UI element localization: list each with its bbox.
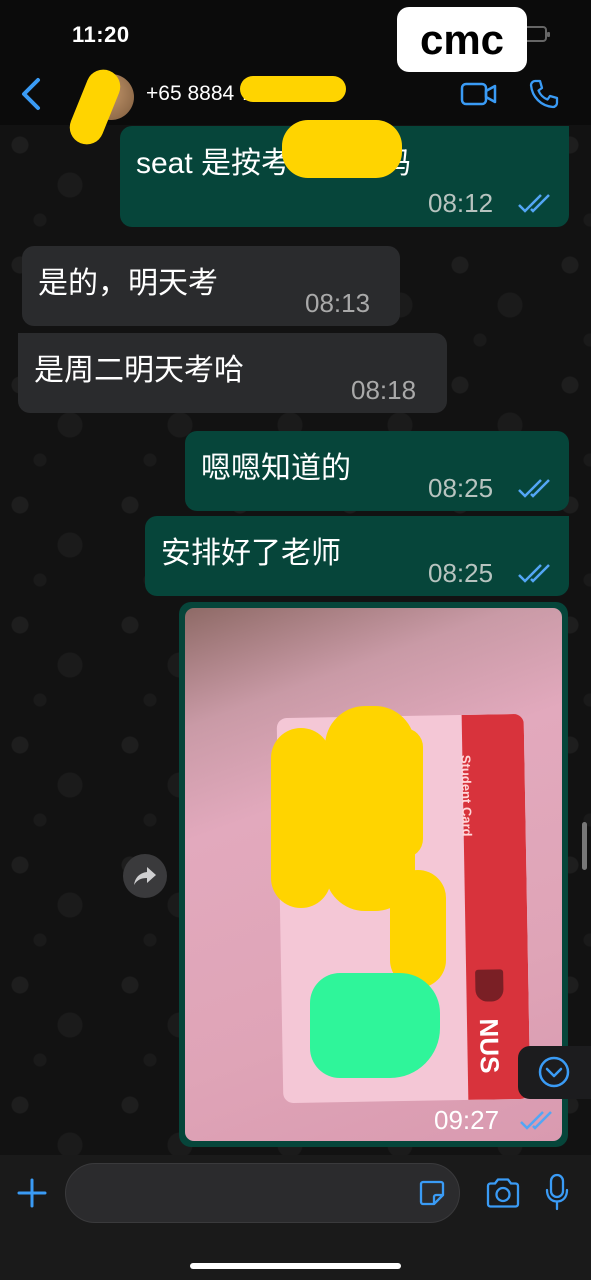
redaction-mark — [271, 728, 331, 908]
scroll-down-icon — [538, 1056, 570, 1088]
status-time: 11:20 — [72, 22, 130, 47]
message-time: 09:27 — [434, 1105, 500, 1135]
message-bubble-outgoing[interactable]: 嗯嗯知道的 08:25 — [185, 431, 569, 511]
message-text: 是的，明天考 — [38, 267, 218, 300]
card-label: Student Card — [458, 754, 475, 837]
forward-button[interactable] — [123, 854, 167, 898]
read-ticks-icon — [518, 564, 550, 583]
message-bubble-outgoing[interactable]: 安排好了老师 08:25 — [145, 516, 569, 596]
home-indicator[interactable] — [190, 1263, 401, 1269]
message-time: 08:25 — [428, 558, 494, 588]
message-time: 08:18 — [351, 375, 417, 405]
redaction-mark — [390, 870, 446, 988]
read-ticks-icon — [518, 479, 550, 498]
back-chevron-icon[interactable] — [14, 74, 48, 114]
crest-icon — [475, 969, 504, 1002]
message-time: 08:12 — [428, 188, 494, 218]
message-text: 嗯嗯知道的 — [201, 452, 351, 485]
redaction-mark — [282, 120, 402, 178]
image-message[interactable]: Student Card NUS 09:27 — [179, 602, 568, 1147]
camera-icon[interactable] — [485, 1177, 521, 1209]
message-text: 安排好了老师 — [161, 537, 341, 570]
forward-icon — [134, 867, 156, 885]
plus-icon[interactable] — [16, 1177, 48, 1209]
sticker-icon[interactable] — [418, 1179, 446, 1207]
video-call-icon[interactable] — [460, 80, 498, 108]
message-composer — [0, 1155, 591, 1280]
message-time: 08:25 — [428, 473, 494, 503]
photo-student-card[interactable]: Student Card NUS 09:27 — [185, 608, 562, 1141]
phone-icon[interactable] — [528, 78, 560, 110]
microphone-icon[interactable] — [545, 1173, 569, 1211]
read-ticks-icon — [518, 194, 550, 213]
redaction-mark — [310, 973, 440, 1078]
scroll-down-button[interactable] — [518, 1046, 591, 1099]
message-time: 08:13 — [305, 288, 371, 318]
card-logo: NUS — [473, 1018, 505, 1074]
message-bubble-incoming[interactable]: 是的，明天考 08:13 — [22, 246, 400, 326]
message-bubble-incoming[interactable]: 是周二明天考哈 08:18 — [18, 333, 447, 413]
scrollbar[interactable] — [582, 822, 587, 870]
read-ticks-icon — [520, 1111, 552, 1130]
redaction-mark — [240, 76, 346, 102]
overlay-label: cmc — [397, 7, 527, 72]
message-text: 是周二明天考哈 — [34, 354, 244, 387]
redaction-mark — [385, 728, 423, 858]
message-input[interactable] — [65, 1163, 460, 1223]
